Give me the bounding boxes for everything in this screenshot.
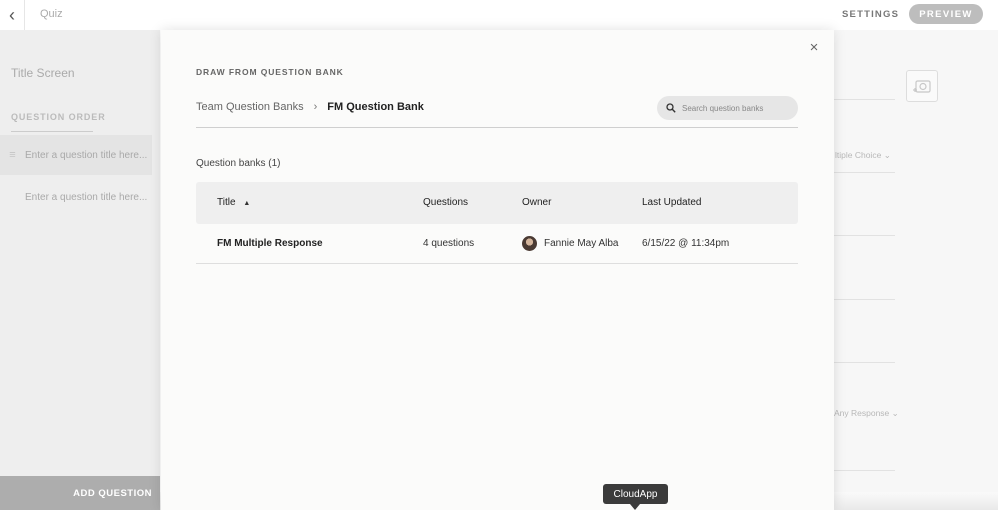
divider [834, 362, 895, 363]
add-question-button[interactable]: ADD QUESTION [0, 476, 160, 510]
app-title: Quiz [40, 8, 63, 20]
owner-name: Fannie May Alba [544, 238, 619, 249]
top-bar: ‹ Quiz SETTINGS PREVIEW [0, 0, 998, 30]
question-title: Enter a question title here... [25, 191, 148, 203]
breadcrumb-team-question-banks[interactable]: Team Question Banks [196, 101, 304, 113]
column-header-questions[interactable]: Questions [423, 182, 468, 224]
question-banks-count: Question banks (1) [196, 158, 281, 169]
question-bank-modal: × DRAW FROM QUESTION BANK Team Question … [161, 30, 834, 510]
question-list-item[interactable]: Enter a question title here... [0, 177, 152, 217]
row-title[interactable]: FM Multiple Response [217, 224, 323, 263]
divider [834, 99, 895, 100]
response-type-value: Any Response [834, 408, 890, 418]
row-owner: Fannie May Alba [522, 224, 619, 263]
row-questions: 4 questions [423, 238, 475, 249]
question-type-dropdown[interactable]: ltiple Choice ⌄ [835, 150, 891, 161]
question-type-value: ltiple Choice [835, 150, 882, 160]
row-last-updated: 6/15/22 @ 11:34pm [642, 238, 730, 249]
chevron-down-icon: ⌄ [891, 408, 899, 418]
table-row[interactable]: FM Multiple Response 4 questions Fannie … [196, 224, 798, 264]
column-header-title[interactable]: Title ▲ [217, 182, 250, 224]
settings-link[interactable]: SETTINGS [842, 9, 899, 20]
search-input[interactable] [682, 103, 792, 113]
search-icon [666, 103, 676, 113]
right-panel [834, 30, 998, 510]
question-order-label: QUESTION ORDER [11, 112, 106, 122]
avatar [522, 236, 537, 251]
divider [834, 299, 895, 300]
breadcrumb-current: FM Question Bank [327, 101, 424, 113]
response-type-dropdown[interactable]: Any Response ⌄ [834, 408, 899, 419]
column-header-owner[interactable]: Owner [522, 182, 551, 224]
question-title: Enter a question title here... [25, 149, 148, 161]
column-header-last-updated[interactable]: Last Updated [642, 182, 702, 224]
close-icon: × [809, 39, 819, 56]
preview-button[interactable]: PREVIEW [909, 4, 983, 24]
close-button[interactable]: × [806, 40, 822, 56]
add-image-icon [913, 80, 931, 93]
back-button[interactable]: ‹ [0, 0, 25, 30]
chevron-down-icon: ⌄ [883, 150, 891, 160]
divider [196, 127, 798, 128]
divider [834, 470, 895, 471]
question-order-underline [11, 131, 93, 132]
left-panel: Title Screen QUESTION ORDER ≡ Enter a qu… [0, 30, 160, 510]
add-image-button[interactable] [906, 70, 938, 102]
chevron-right-icon: › [313, 101, 318, 113]
title-screen-item[interactable]: Title Screen [11, 66, 75, 80]
divider [834, 235, 895, 236]
table-header: Title ▲ Questions Owner Last Updated [196, 182, 798, 224]
question-list-item[interactable]: ≡ Enter a question title here... [0, 135, 152, 175]
chevron-left-icon: ‹ [9, 4, 15, 25]
cloudapp-tooltip: CloudApp [603, 484, 668, 504]
column-header-title-label: Title [217, 197, 236, 208]
sort-ascending-icon: ▲ [243, 200, 251, 207]
search-box[interactable] [657, 96, 798, 120]
drag-handle-icon[interactable]: ≡ [0, 149, 25, 161]
modal-heading: DRAW FROM QUESTION BANK [196, 67, 344, 77]
tooltip-arrow [630, 504, 640, 510]
breadcrumb: Team Question Banks › FM Question Bank [196, 101, 424, 113]
divider [834, 172, 895, 173]
